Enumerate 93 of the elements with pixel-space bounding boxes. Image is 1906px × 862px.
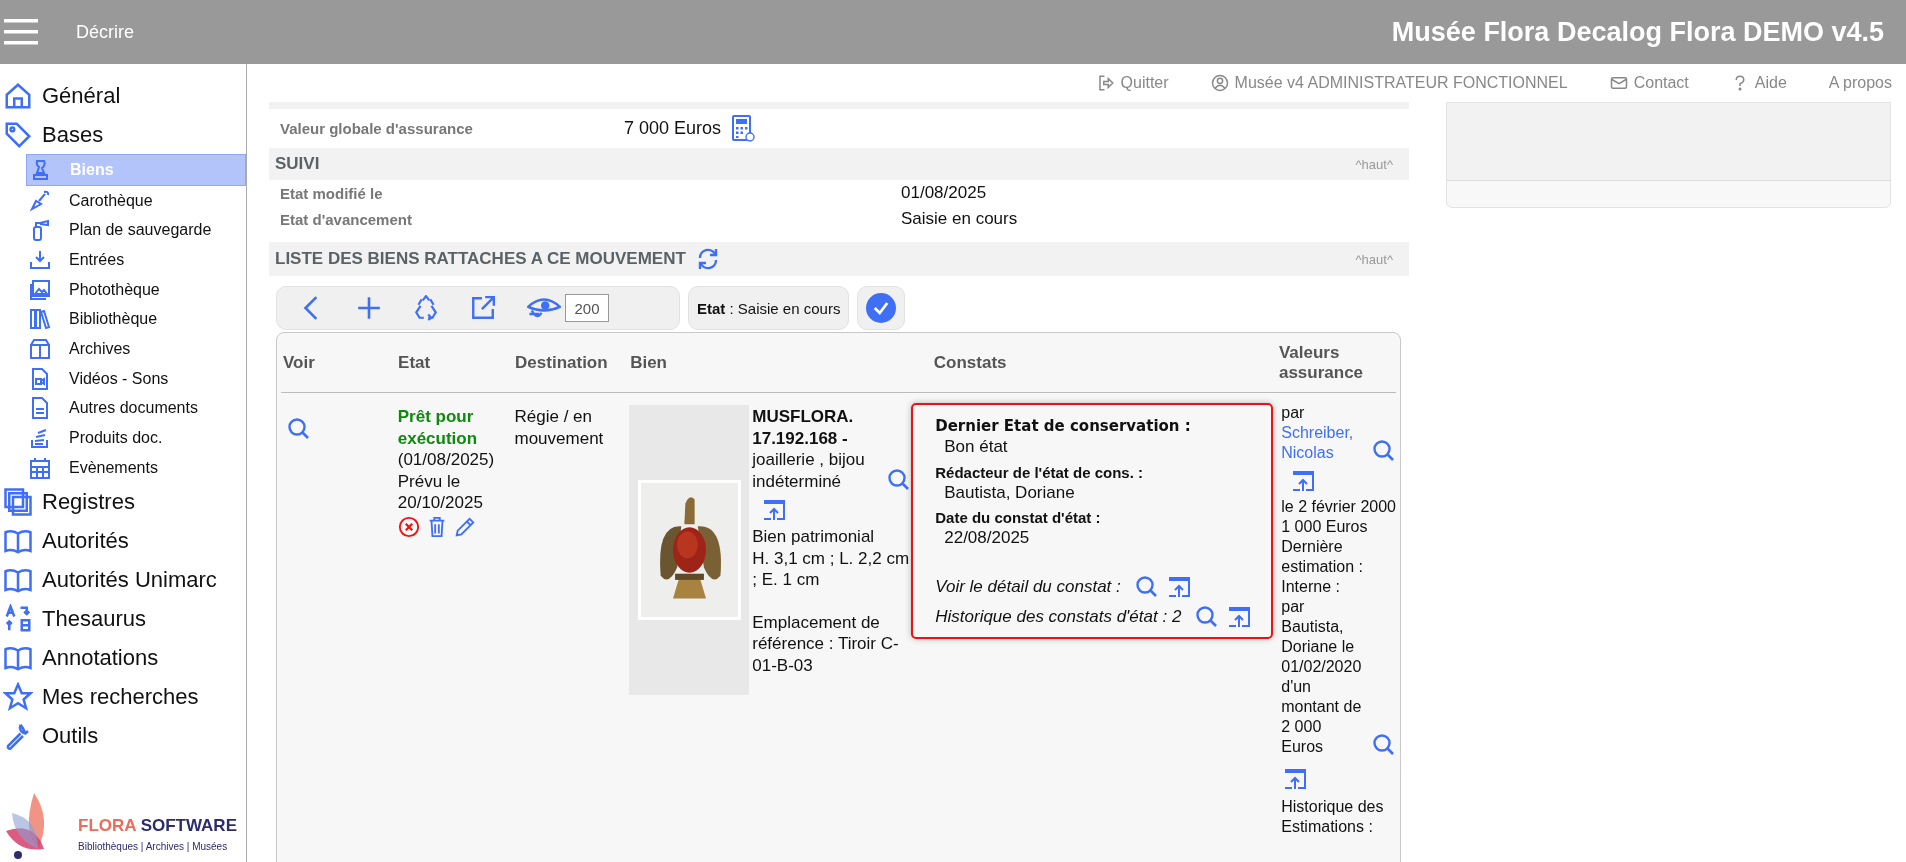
check-circle-icon[interactable]	[866, 293, 897, 323]
top-link[interactable]: Aide	[1730, 74, 1787, 92]
sidebar-item[interactable]: Thesaurus	[0, 599, 246, 639]
field-value: Saisie en cours	[901, 209, 1018, 229]
menu-icon[interactable]	[4, 19, 38, 45]
sidebar-item[interactable]: Produits doc.	[26, 423, 246, 453]
star-icon	[3, 682, 33, 713]
field-label: Rédacteur de l'état de cons. :	[935, 462, 1145, 482]
top-link[interactable]: Musée v4 ADMINISTRATEUR FONCTIONNEL	[1210, 74, 1568, 92]
recycle-icon[interactable]	[413, 295, 439, 321]
field-value: Bon état	[943, 436, 1009, 458]
sidebar-item[interactable]: Autres documents	[26, 393, 246, 424]
top-link[interactable]: Quitter	[1096, 74, 1169, 92]
mail-icon	[1609, 74, 1628, 92]
valuation-amount: 1 000 Euros	[1281, 517, 1369, 537]
object-location: Emplacement de référence : Tiroir C-01-B-03	[752, 611, 900, 676]
cancel-icon[interactable]	[397, 515, 420, 538]
object-type: Bien patrimonial	[752, 526, 876, 548]
field-label: Valeur globale d'assurance	[279, 120, 474, 137]
state-filter: Etat : Saisie en cours	[688, 286, 850, 330]
section-title: Décrire	[76, 21, 134, 43]
sidebar-item[interactable]: Général	[0, 76, 246, 115]
calendar-icon	[28, 455, 52, 480]
planned-date: Prévu le 20/10/2025	[397, 470, 484, 514]
field-label: Date du constat d'état :	[935, 508, 1102, 527]
box-icon	[28, 336, 52, 361]
search-icon[interactable]	[287, 417, 311, 441]
logo-wordmark: FLORA SOFTWARE	[78, 815, 237, 835]
column-header: Valeurs assurance	[1278, 342, 1365, 383]
field-value: 7 000 Euros	[624, 118, 722, 139]
books-icon	[28, 307, 52, 332]
destination-text: Régie / en mouvement	[514, 407, 604, 448]
sidebar-item[interactable]: Entrées	[26, 245, 246, 275]
column-header: Constats	[932, 352, 1008, 373]
column-header: Etat	[398, 352, 432, 373]
pencil-icon[interactable]	[453, 515, 476, 538]
sidebar-item[interactable]: Vidéos - Sons	[26, 363, 246, 394]
sidebar-item[interactable]: Archives	[26, 334, 246, 364]
calculator-icon[interactable]	[731, 114, 756, 143]
status-date: (01/08/2025)	[397, 449, 496, 471]
field-value: 01/08/2025	[901, 183, 987, 203]
object-title: MUSFLORA. 17.192.168 - joaillerie , bijou indéterminé	[752, 406, 866, 492]
column-header: Bien	[630, 352, 668, 373]
field-value: 22/08/2025	[943, 527, 1031, 549]
last-estimate-text: Dernière estimation : Interne : par Bautista, Doriane le 01/02/2020 d'un montant de 2 000 Euros	[1281, 537, 1365, 757]
object-dimensions: H. 3,1 cm ; L. 2,2 cm ; E. 1 cm	[752, 547, 911, 591]
search-icon[interactable]	[1372, 439, 1396, 463]
search-icon[interactable]	[1372, 733, 1396, 757]
open-window-icon[interactable]	[1227, 604, 1252, 629]
sidebar-item[interactable]: Registres	[0, 482, 246, 522]
letters-icon	[3, 604, 33, 635]
status-text: Prêt pour exécution	[397, 406, 479, 449]
column-header: Voir	[282, 352, 316, 373]
layers-icon	[3, 487, 33, 518]
sidebar-item[interactable]: Evènements	[26, 452, 246, 483]
estimate-history-label: Historique des Estimations :	[1281, 797, 1385, 837]
plus-icon[interactable]	[356, 295, 382, 321]
sidebar-item[interactable]: Bibliothèque	[26, 304, 246, 335]
link-label: Historique des constats d'état : 2	[935, 605, 1182, 628]
sidebar-item[interactable]: Carothèque	[26, 185, 246, 216]
top-link[interactable]: A propos	[1828, 74, 1892, 92]
sidebar-item[interactable]: Outils	[0, 716, 246, 756]
valuation-date: le 2 février 2000	[1281, 497, 1396, 517]
logout-icon	[1096, 74, 1115, 92]
link-label: Voir le détail du constat :	[935, 575, 1121, 598]
column-header: Destination	[515, 352, 609, 373]
sidebar-item[interactable]: Autorités	[0, 521, 246, 561]
sidebar-item[interactable]: Bases	[0, 115, 246, 154]
sidebar-item[interactable]: Annotations	[0, 638, 246, 678]
sidebar-item[interactable]: Mes recherches	[0, 677, 246, 717]
app-title: Musée Flora Decalog Flora DEMO v4.5	[1391, 16, 1884, 48]
sidebar-item[interactable]: Photothèque	[26, 274, 246, 305]
section-title: LISTE DES BIENS RATTACHES A CE MOUVEMENT	[275, 249, 686, 269]
external-link-icon[interactable]	[470, 295, 496, 321]
open-window-icon[interactable]	[1291, 469, 1316, 493]
sidebar-item[interactable]: Plan de sauvegarde	[26, 215, 246, 246]
logo-tagline: Bibliothèques | Archives | Musées	[78, 840, 228, 852]
user-icon	[1210, 74, 1229, 92]
top-link[interactable]: Contact	[1609, 74, 1689, 92]
field-label: Dernier Etat de conservation :	[935, 417, 1192, 436]
count-input[interactable]: 200	[565, 294, 609, 322]
open-window-icon[interactable]	[762, 498, 787, 522]
person-link[interactable]: Schreiber, Nicolas	[1281, 423, 1366, 463]
by-label: par	[1281, 403, 1306, 423]
open-window-icon[interactable]	[1283, 767, 1308, 791]
field-value: Bautista, Doriane	[943, 481, 1076, 503]
field-label: Etat modifié le	[279, 184, 384, 202]
search-icon[interactable]	[1134, 574, 1159, 599]
open-window-icon[interactable]	[1166, 574, 1191, 599]
image-icon	[28, 277, 52, 302]
section-title: SUIVI	[275, 154, 320, 174]
field-label: Etat d'avancement	[279, 210, 413, 228]
sidebar-item[interactable]: Autorités Unimarc	[0, 560, 246, 600]
